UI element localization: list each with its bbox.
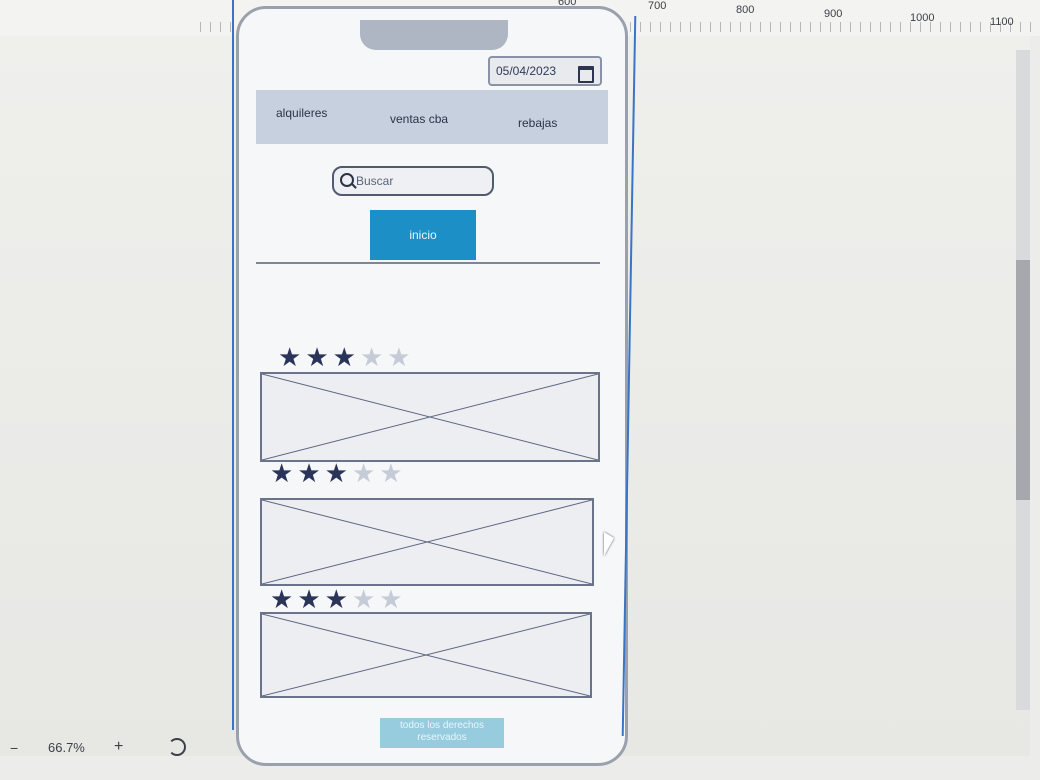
image-placeholder bbox=[260, 372, 600, 462]
vertical-scrollbar[interactable] bbox=[1016, 50, 1030, 710]
star-icon[interactable]: ★ bbox=[270, 460, 293, 486]
cursor-icon bbox=[604, 532, 614, 556]
ruler-label-800: 800 bbox=[736, 4, 755, 16]
star-icon[interactable]: ★ bbox=[297, 460, 320, 486]
nav-item-alquileres[interactable]: alquileres bbox=[276, 106, 327, 120]
undo-icon[interactable] bbox=[168, 738, 186, 756]
zoom-bar: − 66.7% + bbox=[0, 728, 1040, 780]
date-picker[interactable]: 05/04/2023 bbox=[488, 56, 602, 86]
calendar-icon[interactable] bbox=[578, 66, 594, 83]
ruler-label-1100: 1100 bbox=[990, 16, 1014, 28]
star-icon[interactable]: ★ bbox=[305, 344, 328, 370]
search-placeholder: Buscar bbox=[356, 174, 394, 188]
nav-item-rebajas[interactable]: rebajas bbox=[518, 116, 557, 130]
ruler-label-1000: 1000 bbox=[910, 12, 935, 24]
star-icon[interactable]: ★ bbox=[278, 344, 301, 370]
zoom-level: 66.7% bbox=[48, 740, 85, 755]
section-divider bbox=[256, 262, 600, 264]
star-icon[interactable]: ★ bbox=[352, 460, 375, 486]
image-placeholder bbox=[260, 498, 594, 586]
star-icon[interactable]: ★ bbox=[325, 460, 348, 486]
phone-notch bbox=[360, 20, 508, 50]
star-rating[interactable]: ★ ★ ★ ★ ★ bbox=[270, 586, 403, 612]
star-icon[interactable]: ★ bbox=[297, 586, 320, 612]
search-input[interactable]: Buscar bbox=[332, 166, 494, 196]
ruler-label-700: 700 bbox=[648, 0, 667, 12]
zoom-out-button[interactable]: − bbox=[10, 740, 18, 756]
selection-edge-left bbox=[232, 0, 234, 730]
star-icon[interactable]: ★ bbox=[379, 460, 402, 486]
placeholder-cross bbox=[262, 374, 598, 460]
scrollbar-thumb[interactable] bbox=[1016, 260, 1030, 500]
search-icon bbox=[340, 173, 354, 187]
image-placeholder bbox=[260, 612, 592, 698]
nav-item-ventas-cba[interactable]: ventas cba bbox=[390, 112, 448, 126]
ruler-label-900: 900 bbox=[824, 8, 843, 20]
star-icon[interactable]: ★ bbox=[387, 344, 410, 370]
date-value: 05/04/2023 bbox=[496, 64, 557, 78]
star-rating[interactable]: ★ ★ ★ ★ ★ bbox=[270, 460, 403, 486]
star-rating[interactable]: ★ ★ ★ ★ ★ bbox=[278, 344, 411, 370]
placeholder-cross bbox=[262, 500, 592, 584]
placeholder-cross bbox=[262, 614, 590, 696]
zoom-in-button[interactable]: + bbox=[114, 738, 123, 756]
star-icon[interactable]: ★ bbox=[352, 586, 375, 612]
star-icon[interactable]: ★ bbox=[379, 586, 402, 612]
star-icon[interactable]: ★ bbox=[360, 344, 383, 370]
star-icon[interactable]: ★ bbox=[270, 586, 293, 612]
star-icon[interactable]: ★ bbox=[325, 586, 348, 612]
inicio-button[interactable]: inicio bbox=[370, 210, 476, 260]
star-icon[interactable]: ★ bbox=[333, 344, 356, 370]
